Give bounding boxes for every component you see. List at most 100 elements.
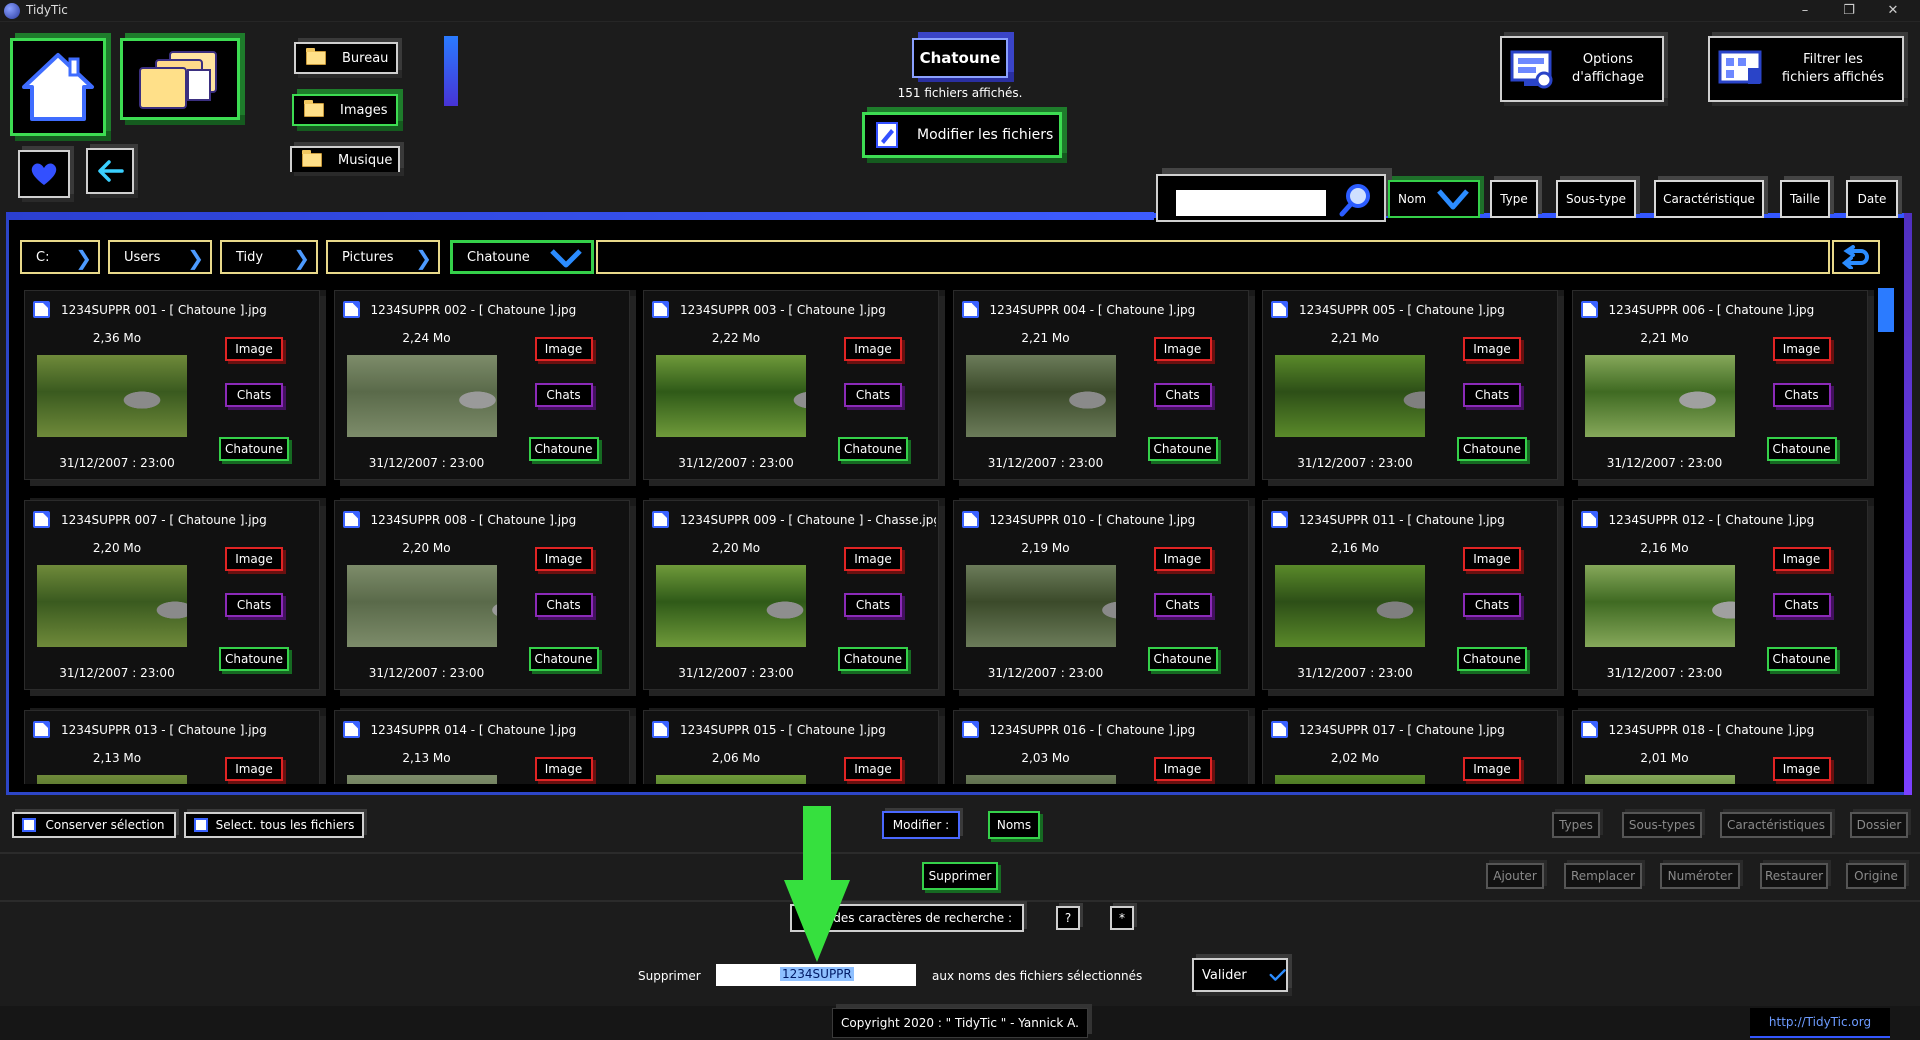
- file-checkbox[interactable]: [33, 721, 50, 738]
- tag-subtype[interactable]: Chats: [844, 593, 902, 617]
- file-card[interactable]: 1234SUPPR 017 - [ Chatoune ].jpg 2,02 Mo…: [1262, 710, 1558, 784]
- tag-type[interactable]: Image: [1153, 547, 1212, 571]
- file-checkbox[interactable]: [652, 301, 669, 318]
- back-button[interactable]: [86, 148, 134, 194]
- file-thumbnail[interactable]: [37, 565, 187, 647]
- number-button[interactable]: Numéroter: [1660, 863, 1740, 889]
- file-checkbox[interactable]: [1271, 511, 1288, 528]
- breadcrumb-item[interactable]: Users ❯: [108, 240, 212, 274]
- breadcrumb-item[interactable]: Pictures ❯: [326, 240, 440, 274]
- tag-feature[interactable]: Chatoune: [838, 437, 908, 461]
- file-thumbnail[interactable]: [346, 565, 497, 647]
- tag-feature[interactable]: Chatoune: [528, 647, 599, 671]
- search-input[interactable]: [1176, 190, 1326, 216]
- tag-type[interactable]: Image: [1463, 337, 1521, 361]
- file-thumbnail[interactable]: [656, 355, 806, 437]
- close-button[interactable]: ✕: [1870, 0, 1916, 22]
- quick-folder-images[interactable]: Images: [292, 94, 398, 126]
- tag-subtype[interactable]: Chats: [1463, 383, 1521, 407]
- file-checkbox[interactable]: [1271, 721, 1288, 738]
- tag-subtype[interactable]: Chats: [225, 593, 283, 617]
- quick-folder-bureau[interactable]: Bureau: [294, 42, 398, 74]
- minimize-button[interactable]: –: [1782, 0, 1828, 22]
- question-mark-button[interactable]: ?: [1056, 906, 1080, 930]
- file-checkbox[interactable]: [1271, 301, 1288, 318]
- file-card[interactable]: 1234SUPPR 007 - [ Chatoune ].jpg 2,20 Mo…: [24, 500, 320, 690]
- display-options-button[interactable]: Options d'affichage: [1500, 36, 1664, 102]
- tag-feature[interactable]: Chatoune: [1766, 647, 1837, 671]
- tag-feature[interactable]: Chatoune: [528, 437, 599, 461]
- file-checkbox[interactable]: [652, 511, 669, 528]
- favorites-button[interactable]: [18, 150, 70, 198]
- tag-subtype[interactable]: Chats: [844, 383, 902, 407]
- website-link[interactable]: http://TidyTic.org: [1750, 1008, 1890, 1038]
- file-card[interactable]: 1234SUPPR 005 - [ Chatoune ].jpg 2,21 Mo…: [1262, 290, 1558, 480]
- file-card[interactable]: 1234SUPPR 003 - [ Chatoune ].jpg 2,22 Mo…: [643, 290, 939, 480]
- file-card[interactable]: 1234SUPPR 006 - [ Chatoune ].jpg 2,21 Mo…: [1571, 290, 1868, 480]
- tag-type[interactable]: Image: [844, 757, 902, 781]
- file-card[interactable]: 1234SUPPR 012 - [ Chatoune ].jpg 2,16 Mo…: [1571, 500, 1868, 690]
- file-thumbnail[interactable]: [37, 355, 187, 437]
- file-checkbox[interactable]: [961, 301, 979, 318]
- folders-scrollbar[interactable]: [444, 36, 458, 106]
- tag-feature[interactable]: Chatoune: [219, 647, 289, 671]
- tag-feature[interactable]: Chatoune: [1457, 647, 1527, 671]
- tag-type[interactable]: Image: [534, 757, 593, 781]
- file-checkbox[interactable]: [1580, 301, 1598, 318]
- sort-date-button[interactable]: Date: [1846, 180, 1898, 218]
- modify-subtypes-button[interactable]: Sous-types: [1622, 812, 1702, 838]
- file-card[interactable]: 1234SUPPR 008 - [ Chatoune ].jpg 2,20 Mo…: [333, 500, 630, 690]
- modify-files-button[interactable]: Modifier les fichiers: [862, 112, 1062, 158]
- select-all-button[interactable]: Select. tous les fichiers: [184, 812, 364, 838]
- file-thumbnail[interactable]: [346, 355, 497, 437]
- file-checkbox[interactable]: [342, 511, 360, 528]
- sort-feature-button[interactable]: Caractéristique: [1654, 180, 1764, 218]
- modify-features-button[interactable]: Caractéristiques: [1720, 812, 1832, 838]
- tag-subtype[interactable]: Chats: [534, 593, 593, 617]
- file-thumbnail[interactable]: [1584, 775, 1735, 784]
- file-checkbox[interactable]: [33, 301, 50, 318]
- files-scrollbar[interactable]: [1878, 288, 1894, 332]
- file-thumbnail[interactable]: [346, 775, 497, 784]
- breadcrumb-current[interactable]: Chatoune: [450, 240, 594, 274]
- sort-name-button[interactable]: Nom: [1388, 180, 1480, 218]
- tag-subtype[interactable]: Chats: [225, 383, 283, 407]
- tag-subtype[interactable]: Chats: [1153, 383, 1212, 407]
- folders-button[interactable]: [120, 38, 240, 120]
- tag-feature[interactable]: Chatoune: [1457, 437, 1527, 461]
- tag-type[interactable]: Image: [1772, 757, 1831, 781]
- file-thumbnail[interactable]: [37, 775, 187, 784]
- tag-type[interactable]: Image: [1463, 547, 1521, 571]
- star-button[interactable]: *: [1110, 906, 1134, 930]
- add-button[interactable]: Ajouter: [1486, 863, 1544, 889]
- tag-subtype[interactable]: Chats: [1772, 593, 1831, 617]
- file-thumbnail[interactable]: [965, 355, 1116, 437]
- home-button[interactable]: [10, 38, 106, 136]
- tag-subtype[interactable]: Chats: [1153, 593, 1212, 617]
- file-thumbnail[interactable]: [1275, 355, 1425, 437]
- filter-files-button[interactable]: Filtrer les fichiers affichés: [1708, 36, 1904, 102]
- file-card[interactable]: 1234SUPPR 015 - [ Chatoune ].jpg 2,06 Mo…: [643, 710, 939, 784]
- tag-type[interactable]: Image: [225, 547, 283, 571]
- origin-button[interactable]: Origine: [1846, 863, 1906, 889]
- tag-type[interactable]: Image: [1772, 337, 1831, 361]
- modify-types-button[interactable]: Types: [1552, 812, 1600, 838]
- tag-type[interactable]: Image: [534, 547, 593, 571]
- modify-label-button[interactable]: Modifier :: [882, 811, 960, 839]
- file-checkbox[interactable]: [961, 511, 979, 528]
- tag-type[interactable]: Image: [844, 547, 902, 571]
- quick-folder-musique[interactable]: Musique: [290, 146, 400, 172]
- file-thumbnail[interactable]: [656, 565, 806, 647]
- replace-button[interactable]: Remplacer: [1564, 863, 1642, 889]
- sort-size-button[interactable]: Taille: [1780, 180, 1830, 218]
- file-thumbnail[interactable]: [656, 775, 806, 784]
- sort-subtype-button[interactable]: Sous-type: [1556, 180, 1636, 218]
- tag-type[interactable]: Image: [225, 757, 283, 781]
- file-checkbox[interactable]: [342, 301, 360, 318]
- modify-folder-button[interactable]: Dossier: [1850, 812, 1908, 838]
- undo-button[interactable]: [1832, 240, 1880, 274]
- tag-subtype[interactable]: Chats: [1772, 383, 1831, 407]
- file-thumbnail[interactable]: [1584, 565, 1735, 647]
- tag-subtype[interactable]: Chats: [534, 383, 593, 407]
- file-card[interactable]: 1234SUPPR 011 - [ Chatoune ].jpg 2,16 Mo…: [1262, 500, 1558, 690]
